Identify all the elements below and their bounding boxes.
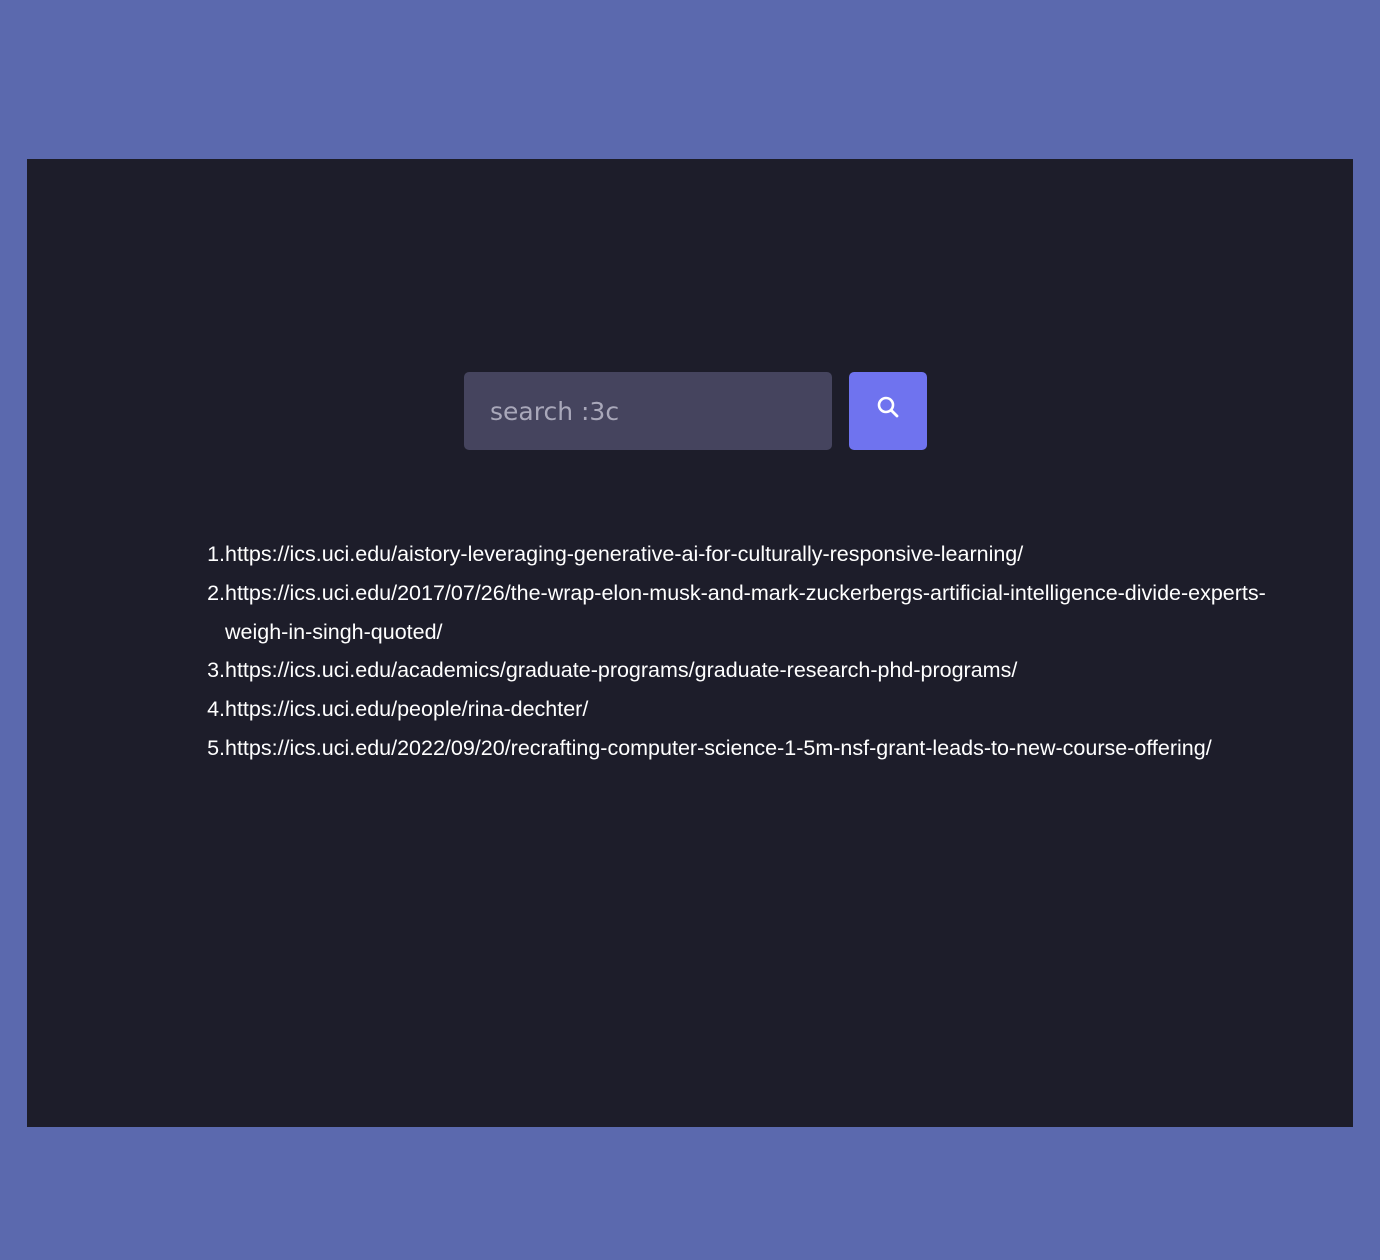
result-number: 4.	[207, 697, 225, 722]
result-number: 3.	[207, 658, 225, 683]
search-bar	[464, 372, 927, 450]
main-panel: 1. https://ics.uci.edu/aistory-leveragin…	[27, 159, 1353, 1127]
result-item: 3. https://ics.uci.edu/academics/graduat…	[198, 651, 1268, 690]
result-number: 5.	[207, 735, 225, 760]
search-input[interactable]	[464, 372, 832, 450]
result-link[interactable]: https://ics.uci.edu/aistory-leveraging-g…	[225, 535, 1268, 574]
result-number: 2.	[207, 580, 225, 605]
result-number: 1.	[207, 542, 225, 566]
result-item: 4. https://ics.uci.edu/people/rina-decht…	[198, 690, 1268, 729]
result-item: 5. https://ics.uci.edu/2022/09/20/recraf…	[198, 729, 1268, 768]
result-item: 2. https://ics.uci.edu/2017/07/26/the-wr…	[198, 574, 1268, 652]
result-link[interactable]: https://ics.uci.edu/academics/graduate-p…	[225, 651, 1268, 690]
result-link[interactable]: https://ics.uci.edu/2017/07/26/the-wrap-…	[225, 574, 1268, 652]
search-icon	[877, 396, 899, 418]
result-link[interactable]: https://ics.uci.edu/people/rina-dechter/	[225, 690, 1268, 729]
result-link[interactable]: https://ics.uci.edu/2022/09/20/recraftin…	[225, 729, 1268, 768]
search-button[interactable]	[849, 372, 927, 450]
results-list: 1. https://ics.uci.edu/aistory-leveragin…	[198, 535, 1268, 768]
result-item: 1. https://ics.uci.edu/aistory-leveragin…	[198, 535, 1268, 574]
